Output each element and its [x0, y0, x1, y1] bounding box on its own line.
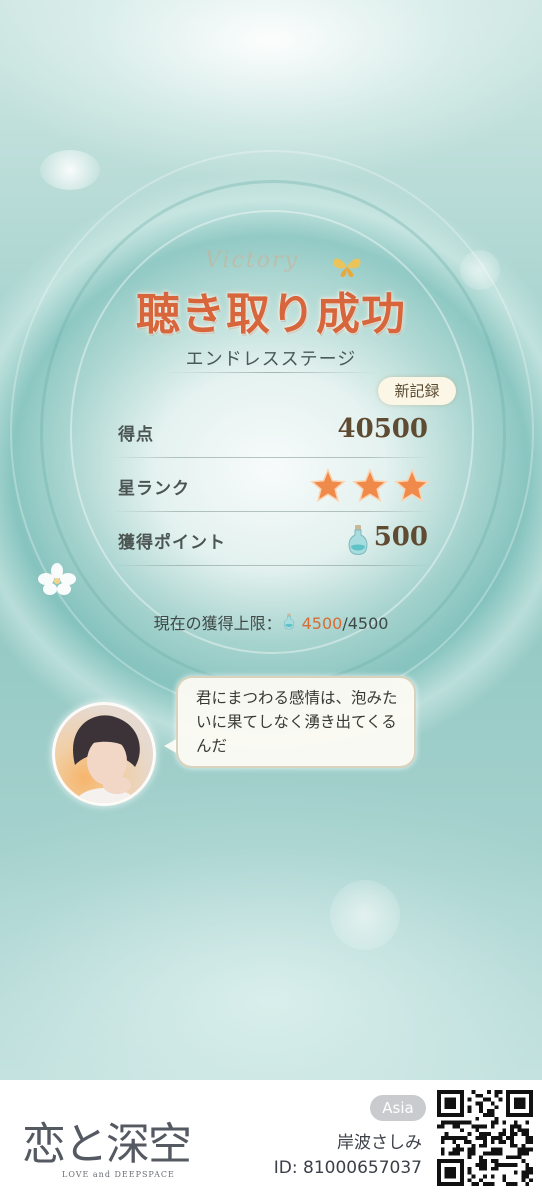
points-row: 獲得ポイント 500 — [112, 516, 432, 564]
score-label: 得点 — [118, 425, 154, 445]
game-logo-subtext: LOVE and DEEPSPACE — [62, 1170, 175, 1179]
rank-label: 星ランク — [118, 479, 190, 499]
light-sparkle — [330, 880, 400, 950]
points-value: 500 — [373, 522, 428, 552]
divider — [165, 372, 377, 373]
score-row: 得点 40500 — [112, 408, 432, 456]
row-divider — [112, 511, 432, 512]
points-label: 獲得ポイント — [118, 533, 226, 553]
row-divider — [112, 565, 432, 566]
cap-label: 現在の獲得上限： — [153, 614, 282, 633]
star-rating — [310, 468, 430, 504]
butterfly-icon — [333, 258, 361, 277]
stage-name: エンドレスステージ — [185, 349, 357, 370]
row-divider — [112, 457, 432, 458]
result-screen[interactable]: Victory 聴き取り成功 エンドレスステージ 新記録 得点 40500 星ラ… — [0, 0, 542, 1080]
player-name: 岸波さしみ — [337, 1133, 422, 1153]
star-icon — [310, 468, 346, 503]
character-avatar — [52, 702, 156, 806]
player-id: ID: 81000657037 — [273, 1158, 422, 1178]
victory-script-decoration: Victory — [205, 248, 299, 273]
cap-max: 4500 — [347, 614, 389, 633]
bottle-icon — [283, 613, 294, 630]
bottle-icon — [348, 525, 368, 555]
score-value: 40500 — [337, 414, 428, 444]
game-logo: 恋と深空 — [22, 1119, 192, 1170]
qr-code — [437, 1090, 533, 1186]
dialogue-text: 君にまつわる感情は、泡みたいに果てしなく湧き出てくるんだ — [196, 689, 398, 755]
cap-current: 4500 — [301, 614, 343, 633]
star-icon — [352, 468, 388, 503]
result-title: 聴き取り成功 — [136, 289, 406, 340]
flower-decoration — [38, 563, 76, 595]
region-badge: Asia — [370, 1095, 426, 1121]
star-icon — [394, 468, 430, 503]
light-sparkle — [40, 150, 100, 190]
new-record-badge: 新記録 — [378, 377, 456, 405]
rank-row: 星ランク — [112, 462, 432, 510]
acquisition-cap: 現在の獲得上限： 4500/4500 — [0, 610, 542, 634]
speech-bubble: 君にまつわる感情は、泡みたいに果てしなく湧き出てくるんだ — [176, 676, 416, 768]
